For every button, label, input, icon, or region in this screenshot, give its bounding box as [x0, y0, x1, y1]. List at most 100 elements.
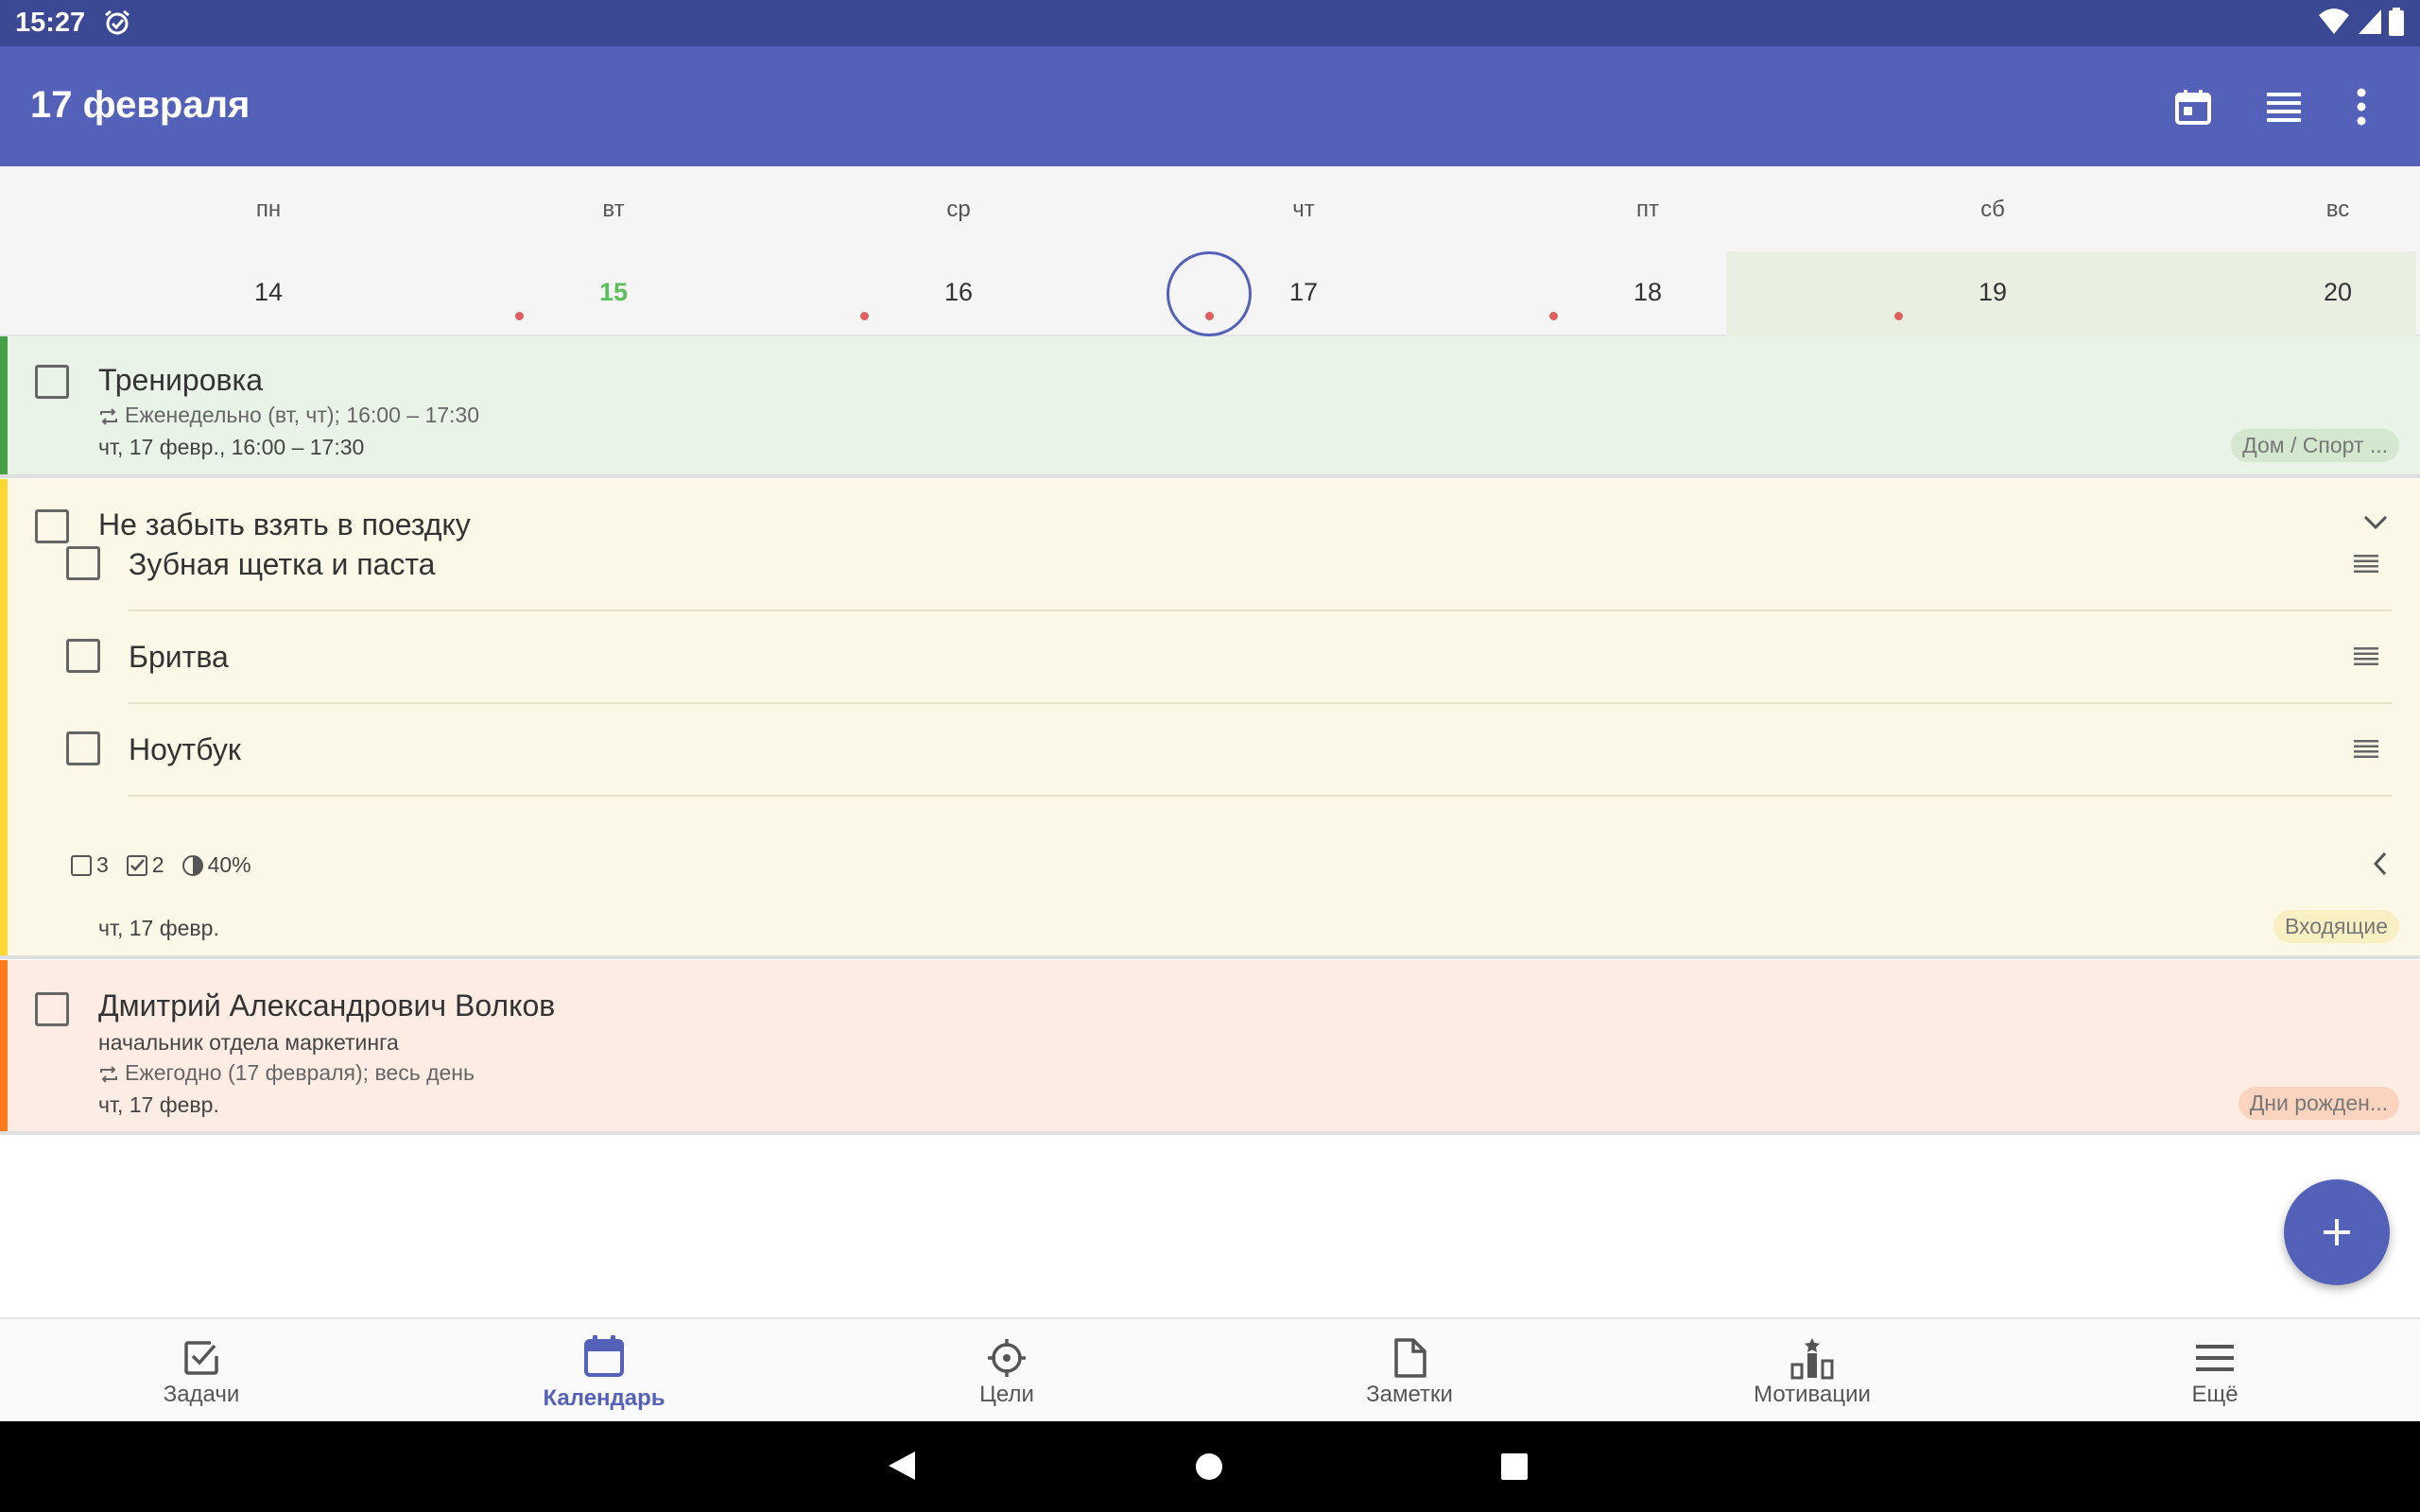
- day-number: 15: [598, 278, 629, 306]
- subtask-checkbox[interactable]: [66, 639, 100, 673]
- divider: [129, 795, 2392, 797]
- subtask-item[interactable]: Ноутбук: [66, 704, 2392, 797]
- more-vert-icon: [2357, 88, 2366, 126]
- nav-notes[interactable]: Заметки: [1208, 1319, 1611, 1423]
- day-name: ср: [946, 197, 971, 222]
- day-number: 19: [1978, 278, 2008, 306]
- subtask-item[interactable]: Бритва: [66, 611, 2392, 704]
- checkbox-checked-icon: [126, 854, 147, 876]
- task-card[interactable]: Тренировка Еженедельно (вт, чт); 16:00 –…: [0, 336, 2420, 478]
- system-navigation-bar: [0, 1421, 2420, 1512]
- nav-label: Ещё: [2191, 1382, 2238, 1407]
- nav-label: Цели: [979, 1382, 1034, 1407]
- calendar-today-icon: [2175, 90, 2211, 125]
- task-repeat: Ежегодно (17 февраля); весь день: [98, 1060, 475, 1086]
- add-task-button[interactable]: [2284, 1179, 2390, 1285]
- subtask-stats: 3 2 40%: [70, 852, 261, 878]
- event-dot: [1205, 312, 1214, 320]
- more-options-button[interactable]: [2333, 78, 2390, 135]
- nav-tasks[interactable]: Задачи: [0, 1319, 403, 1423]
- tasks-icon: [178, 1334, 225, 1382]
- day-number: 16: [943, 278, 974, 306]
- battery-icon: [2389, 8, 2404, 41]
- signal-icon: [2357, 8, 2383, 41]
- event-dot: [1894, 312, 1903, 320]
- repeat-icon: [100, 1066, 117, 1083]
- day-name: пт: [1636, 197, 1659, 222]
- goals-icon: [983, 1334, 1030, 1382]
- progress: 40%: [182, 852, 251, 878]
- notes-icon: [1386, 1334, 1433, 1382]
- page-title: 17 февраля: [30, 84, 251, 126]
- task-repeat-text: Ежегодно (17 февраля); весь день: [125, 1060, 475, 1085]
- task-checkbox[interactable]: [35, 365, 69, 399]
- task-repeat: Еженедельно (вт, чт); 16:00 – 17:30: [98, 403, 479, 428]
- nav-label: Заметки: [1366, 1382, 1453, 1407]
- nav-goals[interactable]: Цели: [805, 1319, 1208, 1423]
- subtask-checkbox[interactable]: [66, 731, 100, 765]
- list-view-button[interactable]: [2256, 78, 2312, 135]
- task-title: Тренировка: [98, 363, 263, 397]
- task-tag[interactable]: Дни рожден...: [2238, 1087, 2399, 1120]
- menu-icon: [2191, 1334, 2238, 1382]
- event-dot: [515, 312, 524, 320]
- task-checkbox[interactable]: [35, 992, 69, 1026]
- nav-label: Календарь: [543, 1385, 666, 1411]
- home-button[interactable]: [1195, 1452, 1223, 1486]
- bottom-navigation: Задачи Календарь Цели Заметки Мотивации …: [0, 1317, 2420, 1421]
- subtask-title: Бритва: [129, 640, 229, 674]
- task-card[interactable]: Не забыть взять в поездку Зубная щетка и…: [0, 479, 2420, 959]
- subtask-item[interactable]: Зубная щетка и паста: [66, 519, 2392, 611]
- alarm-icon: [102, 8, 132, 43]
- week-strip: пн 14 вт 15 ср 16 чт 17 пт 18 сб 19 вс 2…: [0, 166, 2420, 336]
- list-icon: [2267, 93, 2301, 122]
- task-checkbox[interactable]: [35, 509, 69, 543]
- day-number: 20: [2323, 278, 2353, 306]
- task-tag[interactable]: Дом / Спорт ...: [2231, 429, 2399, 462]
- event-dot: [1549, 312, 1558, 320]
- nav-label: Мотивации: [1754, 1382, 1871, 1407]
- task-color-stripe: [0, 960, 8, 1131]
- expand-stats-button[interactable]: [2373, 851, 2388, 881]
- total-count: 3: [70, 852, 109, 878]
- checkbox-outline-icon: [71, 854, 92, 876]
- event-dot: [860, 312, 869, 320]
- day-name: вс: [2325, 197, 2350, 222]
- day-number: 18: [1633, 278, 1663, 306]
- motivation-icon: [1789, 1334, 1836, 1382]
- task-description: начальник отдела маркетинга: [98, 1030, 399, 1055]
- chevron-left-icon: [2373, 851, 2387, 876]
- subtask-checkbox[interactable]: [66, 546, 100, 580]
- repeat-icon: [100, 408, 117, 425]
- day-number: 17: [1288, 278, 1319, 306]
- drag-handle-icon[interactable]: [2354, 645, 2378, 671]
- day-number: 14: [253, 278, 284, 306]
- home-circle-icon: [1196, 1453, 1222, 1480]
- nav-more[interactable]: Ещё: [2014, 1319, 2416, 1423]
- progress-pie-icon: [182, 854, 203, 876]
- task-card[interactable]: Дмитрий Александрович Волков начальник о…: [0, 960, 2420, 1135]
- day-name: пн: [255, 197, 282, 222]
- nav-calendar[interactable]: Календарь: [403, 1319, 805, 1423]
- drag-handle-icon[interactable]: [2354, 553, 2378, 578]
- wifi-icon: [2319, 8, 2349, 41]
- task-repeat-text: Еженедельно (вт, чт); 16:00 – 17:30: [125, 403, 480, 427]
- recents-button[interactable]: [1501, 1453, 1528, 1485]
- day-name: чт: [1292, 197, 1315, 222]
- app-bar: 17 февраля: [0, 46, 2420, 166]
- recents-square-icon: [1501, 1453, 1528, 1480]
- calendar-view-button[interactable]: [2165, 78, 2221, 135]
- task-tag[interactable]: Входящие: [2273, 910, 2399, 943]
- nav-motivation[interactable]: Мотивации: [1611, 1319, 2014, 1423]
- back-button[interactable]: [887, 1450, 917, 1486]
- task-title: Дмитрий Александрович Волков: [98, 988, 556, 1022]
- task-date: чт, 17 февр.: [98, 1092, 219, 1117]
- plus-icon: [2324, 1219, 2350, 1246]
- task-date: чт, 17 февр.: [98, 916, 219, 940]
- nav-label: Задачи: [163, 1382, 240, 1407]
- day-name: вт: [602, 197, 625, 222]
- task-date: чт, 17 февр., 16:00 – 17:30: [98, 435, 365, 459]
- status-bar: 15:27: [0, 0, 2420, 46]
- subtask-title: Ноутбук: [129, 732, 241, 766]
- drag-handle-icon[interactable]: [2354, 738, 2378, 764]
